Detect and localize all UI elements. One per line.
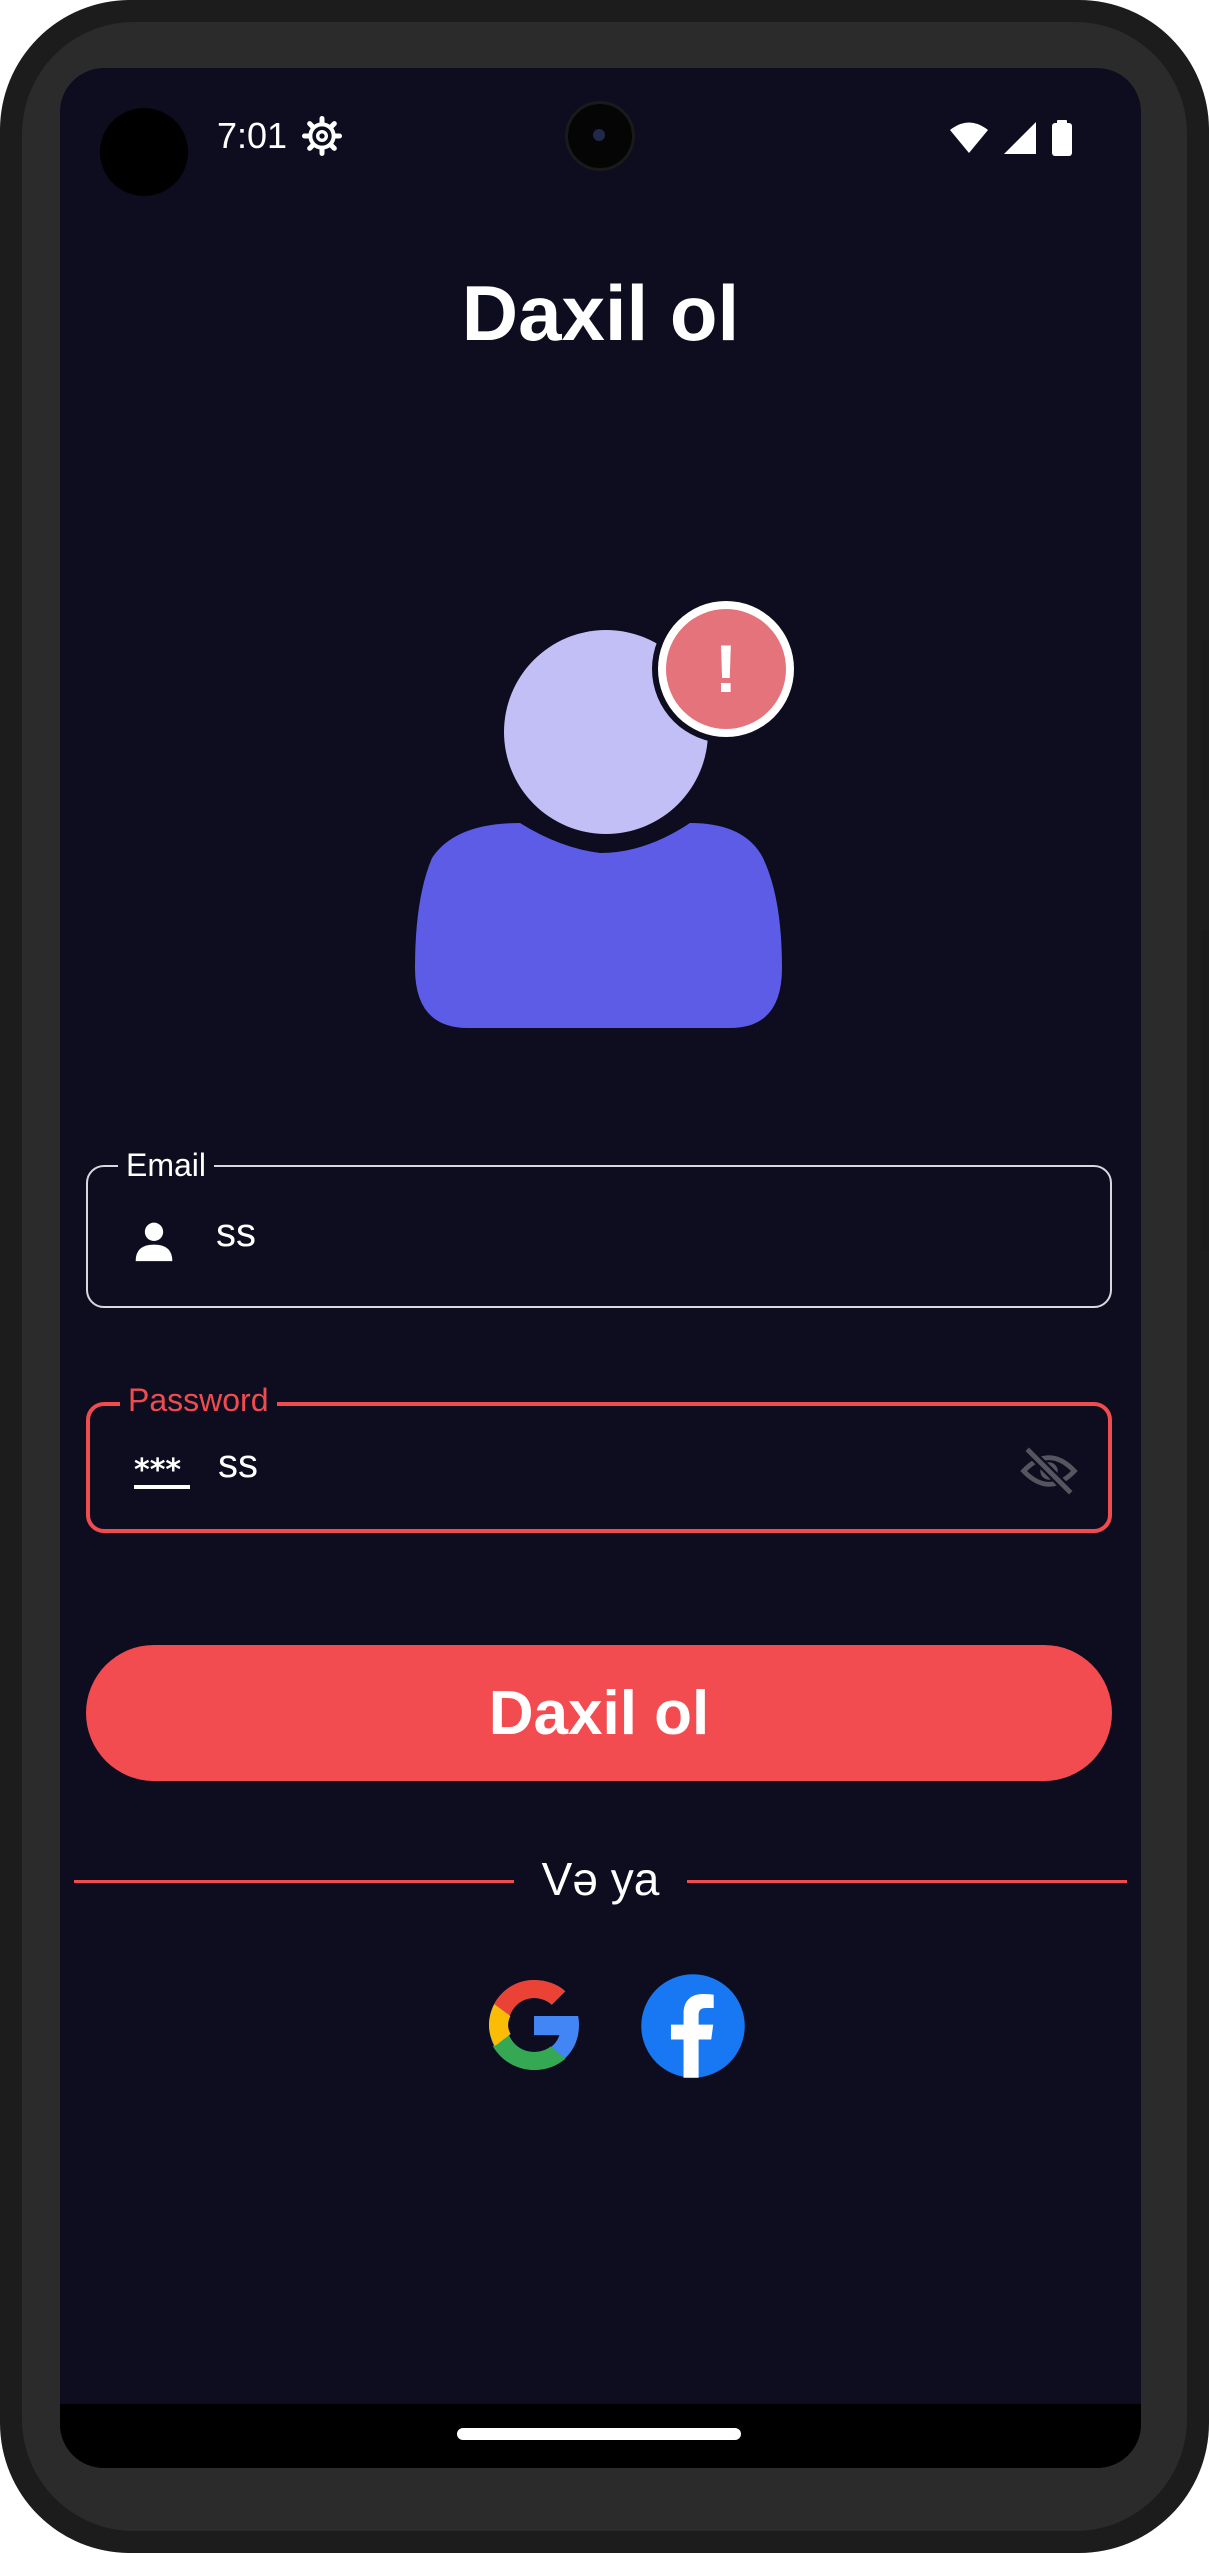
visibility-off-icon[interactable] [1020,1442,1078,1500]
login-button[interactable]: Daxil ol [86,1645,1112,1781]
person-icon [135,1222,173,1262]
google-icon[interactable] [480,1971,588,2079]
status-time: 7:01 [217,115,288,156]
facebook-icon[interactable] [639,1972,747,2080]
volume-button [1201,930,1209,1250]
divider-line-right [687,1880,1127,1883]
divider-text: Və ya [541,1853,660,1905]
password-label: Password [120,1382,277,1419]
status-icons [949,118,1073,158]
email-field[interactable]: Email ss [86,1147,1112,1308]
battery-icon [1052,120,1072,156]
power-button [1201,640,1209,800]
page-title: Daxil ol [461,269,740,357]
email-input[interactable]: ss [216,1211,256,1256]
email-label: Email [118,1147,215,1184]
password-icon: *** [134,1453,190,1489]
svg-text:***: *** [134,1453,181,1488]
phone-frame: 7:01 Daxil ol ! Email ss Password *** ss… [0,0,1209,2553]
wifi-icon [950,122,988,153]
front-camera [568,104,632,168]
screen: 7:01 Daxil ol ! Email ss Password *** ss… [60,68,1141,2468]
home-gesture-handle[interactable] [457,2428,741,2440]
password-field[interactable]: Password *** ss [86,1382,1112,1533]
status-bar: 7:01 [60,68,1141,208]
camera-cutout [100,108,188,196]
signal-icon [1004,122,1036,154]
error-badge-symbol: ! [715,631,738,707]
settings-icon [302,116,342,156]
navigation-bar [60,2404,1141,2468]
user-error-icon: ! [415,595,800,1028]
password-input[interactable]: ss [218,1442,258,1487]
